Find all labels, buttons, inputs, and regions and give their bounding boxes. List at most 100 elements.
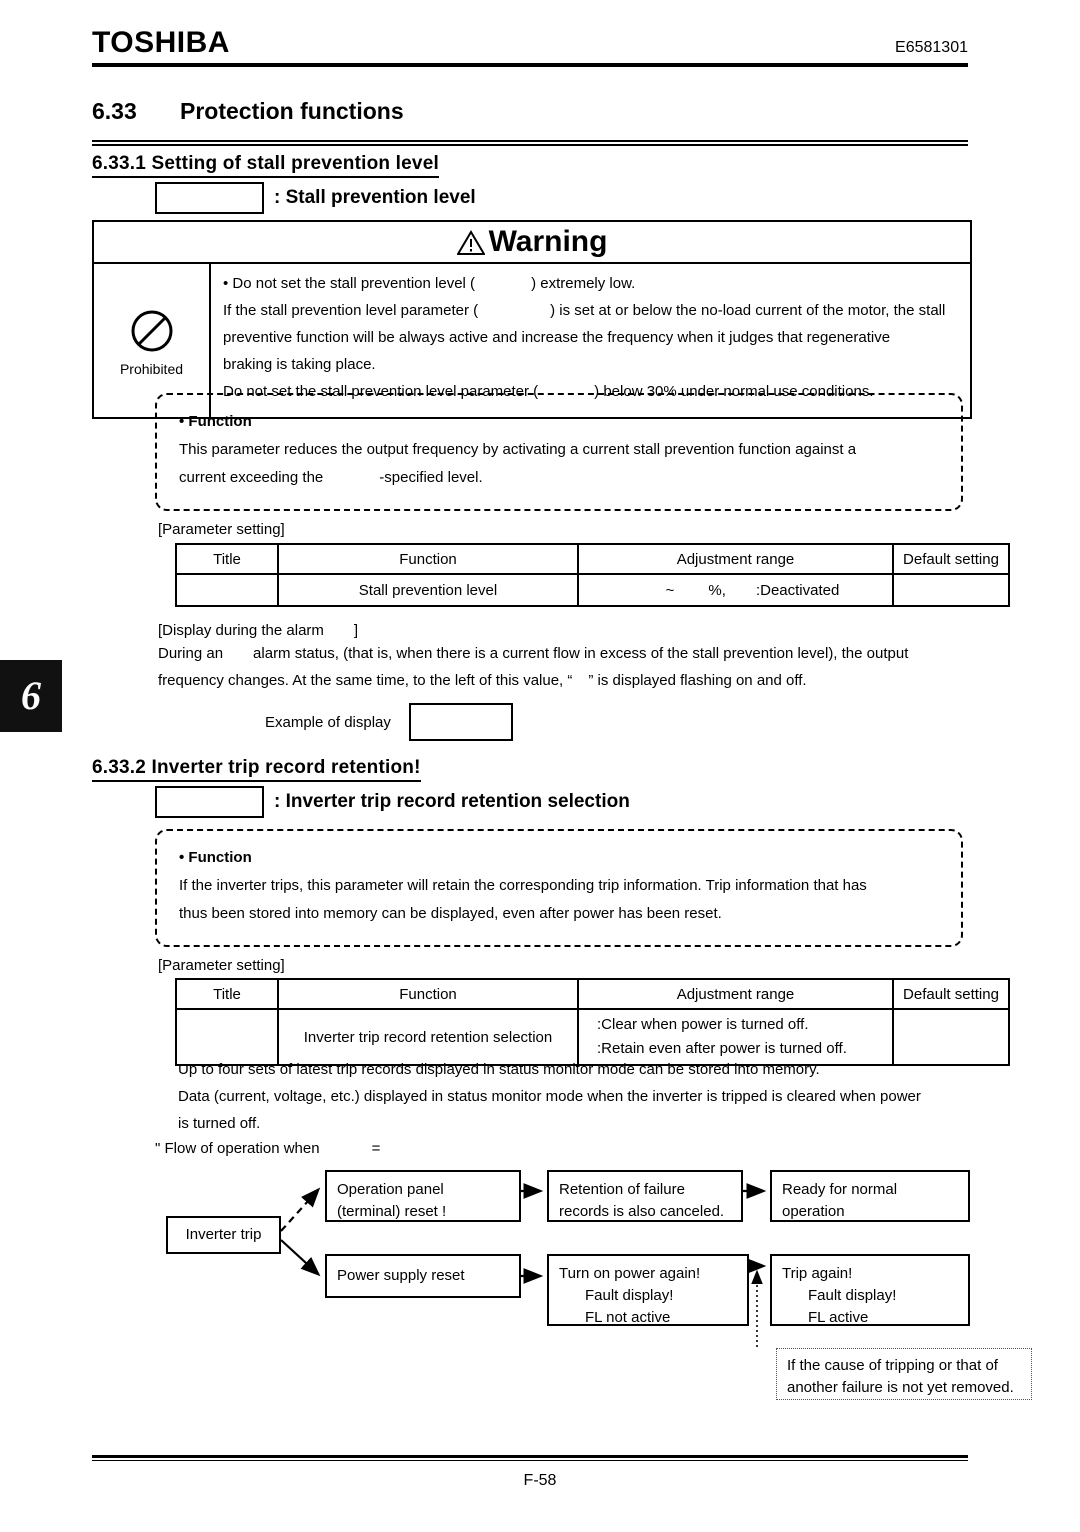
section-rule xyxy=(92,140,968,146)
flow-ready-line-1: Ready for normal xyxy=(782,1181,898,1198)
document-page: TOSHIBA E6581301 6.33 Protection function… xyxy=(0,0,1080,1532)
warning-line-3: preventive function will be always activ… xyxy=(223,329,891,346)
alarm-para-2-post: ” is displayed flashing on and off. xyxy=(588,672,807,689)
alarm-caption-pre: [Display during the alarm xyxy=(158,622,324,639)
function-box-1-line-2-pre: current exceeding the xyxy=(179,469,324,486)
alarm-para-2-pre: frequency changes. At the same time, to … xyxy=(158,672,573,689)
section-title: 6.33 Protection functions xyxy=(92,98,968,125)
table-1-cell-title xyxy=(175,573,279,607)
section-name: Protection functions xyxy=(180,98,404,124)
flow-caption-eq: = xyxy=(371,1140,381,1157)
table-1-caption: [Parameter setting] xyxy=(158,521,285,538)
example-of-display-row: Example of display xyxy=(265,703,513,741)
flow-op-line-1: Operation panel xyxy=(337,1181,444,1198)
header-rule xyxy=(92,63,968,67)
notes-after-table-2: Up to four sets of latest trip records d… xyxy=(178,1056,968,1137)
subsection-heading-6332-text: 6.33.2 Inverter trip record retention xyxy=(92,757,415,778)
section-number: 6.33 xyxy=(92,98,137,124)
prohibited-label: Prohibited xyxy=(119,360,184,377)
flow-box-power-supply-reset: Power supply reset xyxy=(325,1254,521,1298)
warning-triangle-icon xyxy=(456,229,485,255)
document-id: E6581301 xyxy=(895,39,968,56)
warning-line-4: braking is taking place. xyxy=(223,356,376,373)
flow-box-trip-again: Trip again! Fault display! FL active xyxy=(770,1254,970,1326)
warning-title-text: Warning xyxy=(488,225,608,258)
function-box-1-line-2-post: -specified level. xyxy=(379,469,483,486)
table-2-col-adjustment: Adjustment range xyxy=(577,978,894,1010)
function-box-2: • Function If the inverter trips, this p… xyxy=(155,829,963,947)
flow-box-retention-canceled: Retention of failure records is also can… xyxy=(547,1170,743,1222)
flow-ret-line-2: records is also canceled. xyxy=(559,1203,725,1220)
warning-line-1-post: ) extremely low. xyxy=(531,275,636,292)
flow-box-ready-for-normal-operation: Ready for normal operation xyxy=(770,1170,970,1222)
function-box-1: • Function This parameter reduces the ou… xyxy=(155,393,963,511)
table-1-cell-default xyxy=(892,573,1010,607)
flow-note-cause-of-tripping: If the cause of tripping or that of anot… xyxy=(776,1348,1032,1400)
flow-caption: " Flow of operation when = xyxy=(155,1140,380,1157)
example-of-display-box xyxy=(408,703,513,741)
note-line-2: Data (current, voltage, etc.) displayed … xyxy=(178,1088,921,1105)
parameter-table-1: Title Function Adjustment range Default … xyxy=(175,543,1010,607)
flow-note-line-2: another failure is not yet removed. xyxy=(787,1379,1014,1396)
prohibited-icon xyxy=(128,307,176,355)
parameter-title-row-2: : Inverter trip record retention selecti… xyxy=(155,786,630,818)
alarm-caption-post: ] xyxy=(353,622,359,639)
adj-off: :Deactivated xyxy=(755,581,840,599)
table-2-caption: [Parameter setting] xyxy=(158,957,285,974)
table-2-col-title: Title xyxy=(175,978,279,1010)
parameter-table-2: Title Function Adjustment range Default … xyxy=(175,978,1010,1066)
adj-tilde: ~ xyxy=(665,581,675,599)
parameter-code-box-1 xyxy=(155,182,264,214)
function-box-1-line-1: This parameter reduces the output freque… xyxy=(179,441,857,458)
table-1-header-row: Title Function Adjustment range Default … xyxy=(175,543,1010,575)
flow-box-operation-panel-reset: Operation panel (terminal) reset ! xyxy=(325,1170,521,1222)
subsection-heading-6332: 6.33.2 Inverter trip record retention! xyxy=(92,757,421,782)
chapter-tab-number: 6 xyxy=(21,673,41,718)
flow-turn-line-1: Turn on power again! xyxy=(559,1265,701,1282)
warning-line-2-post: ) is set at or below the no-load current… xyxy=(550,302,946,319)
warning-box: Warning Prohibited • Do not set the stal… xyxy=(92,220,972,419)
table-row: Stall prevention level ~%, :Deactivated xyxy=(175,573,1010,607)
parameter-code-box-2 xyxy=(155,786,264,818)
function-box-1-title: • Function xyxy=(179,413,252,430)
table-1-col-function: Function xyxy=(277,543,579,575)
flow-box-turn-on-power-again: Turn on power again! Fault display! FL n… xyxy=(547,1254,749,1326)
note-line-3: is turned off. xyxy=(178,1115,261,1132)
warning-line-1: • Do not set the stall prevention level … xyxy=(223,272,958,295)
parameter-name-1: : Stall prevention level xyxy=(274,187,476,208)
table-2-header-row: Title Function Adjustment range Default … xyxy=(175,978,1010,1010)
table-1-col-title: Title xyxy=(175,543,279,575)
flow-ready-line-2: operation xyxy=(782,1203,845,1220)
flow-note-line-1: If the cause of tripping or that of xyxy=(787,1357,998,1374)
warning-line-2-pre: If the stall prevention level parameter … xyxy=(223,302,479,319)
function-box-1-line-2: current exceeding the -specified level. xyxy=(179,465,939,490)
table-1-cell-adjustment: ~%, :Deactivated xyxy=(577,573,894,607)
footer-rule xyxy=(92,1455,968,1461)
page-header: TOSHIBA E6581301 xyxy=(92,28,968,67)
flow-turn-line-2: Fault display! xyxy=(585,1287,674,1304)
function-box-2-line-2: thus been stored into memory can be disp… xyxy=(179,905,722,922)
flow-ret-line-1: Retention of failure xyxy=(559,1181,685,1198)
table-2-adj-line-1: :Clear when power is turned off. xyxy=(597,1016,809,1033)
flow-again-line-2: Fault display! xyxy=(808,1287,897,1304)
table-2-col-default: Default setting xyxy=(892,978,1010,1010)
flow-caption-pre: " Flow of operation when xyxy=(155,1140,320,1157)
table-1-cell-function: Stall prevention level xyxy=(277,573,579,607)
alarm-para-1-post: alarm status, (that is, when there is a … xyxy=(253,645,909,662)
alarm-para-line-1: During an alarm status, (that is, when th… xyxy=(158,640,970,667)
warning-line-2: If the stall prevention level parameter … xyxy=(223,299,958,322)
table-1-col-adjustment: Adjustment range xyxy=(577,543,894,575)
flow-diagram: Inverter trip Operation panel (terminal)… xyxy=(150,1158,1032,1408)
table-1-col-default: Default setting xyxy=(892,543,1010,575)
page-number: F-58 xyxy=(523,1472,557,1489)
alarm-para-1-pre: During an xyxy=(158,645,224,662)
adj-unit: %, xyxy=(708,581,726,599)
subsection-heading-6332-suffix: ! xyxy=(414,757,421,778)
alarm-display-paragraph: During an alarm status, (that is, when th… xyxy=(158,640,970,694)
flow-op-line-2: (terminal) reset ! xyxy=(337,1203,447,1220)
parameter-title-row-1: : Stall prevention level xyxy=(155,182,476,214)
brand-logo: TOSHIBA xyxy=(92,26,230,59)
warning-header: Warning xyxy=(94,222,970,264)
chapter-tab: 6 xyxy=(0,660,62,732)
flow-again-line-3: FL active xyxy=(808,1309,869,1326)
